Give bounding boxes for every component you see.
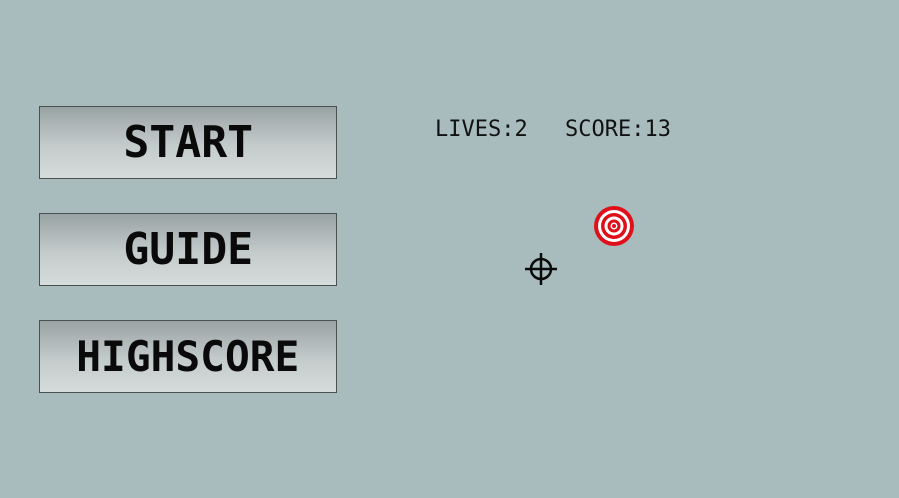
score-display: SCORE:13 [565,119,671,141]
guide-button[interactable]: GUIDE [39,213,337,286]
lives-value: 2 [514,117,528,142]
crosshair-icon [525,253,557,285]
score-label: SCORE: [565,117,645,142]
lives-label: LIVES: [435,117,515,142]
start-button-label: START [123,116,253,168]
score-value: 13 [644,117,671,142]
highscore-button-label: HIGHSCORE [76,331,300,381]
guide-button-label: GUIDE [123,223,253,275]
lives-display: LIVES:2 [435,119,528,141]
bullseye-target-icon[interactable] [593,205,635,247]
target-center [612,224,616,228]
start-button[interactable]: START [39,106,337,179]
highscore-button[interactable]: HIGHSCORE [39,320,337,393]
